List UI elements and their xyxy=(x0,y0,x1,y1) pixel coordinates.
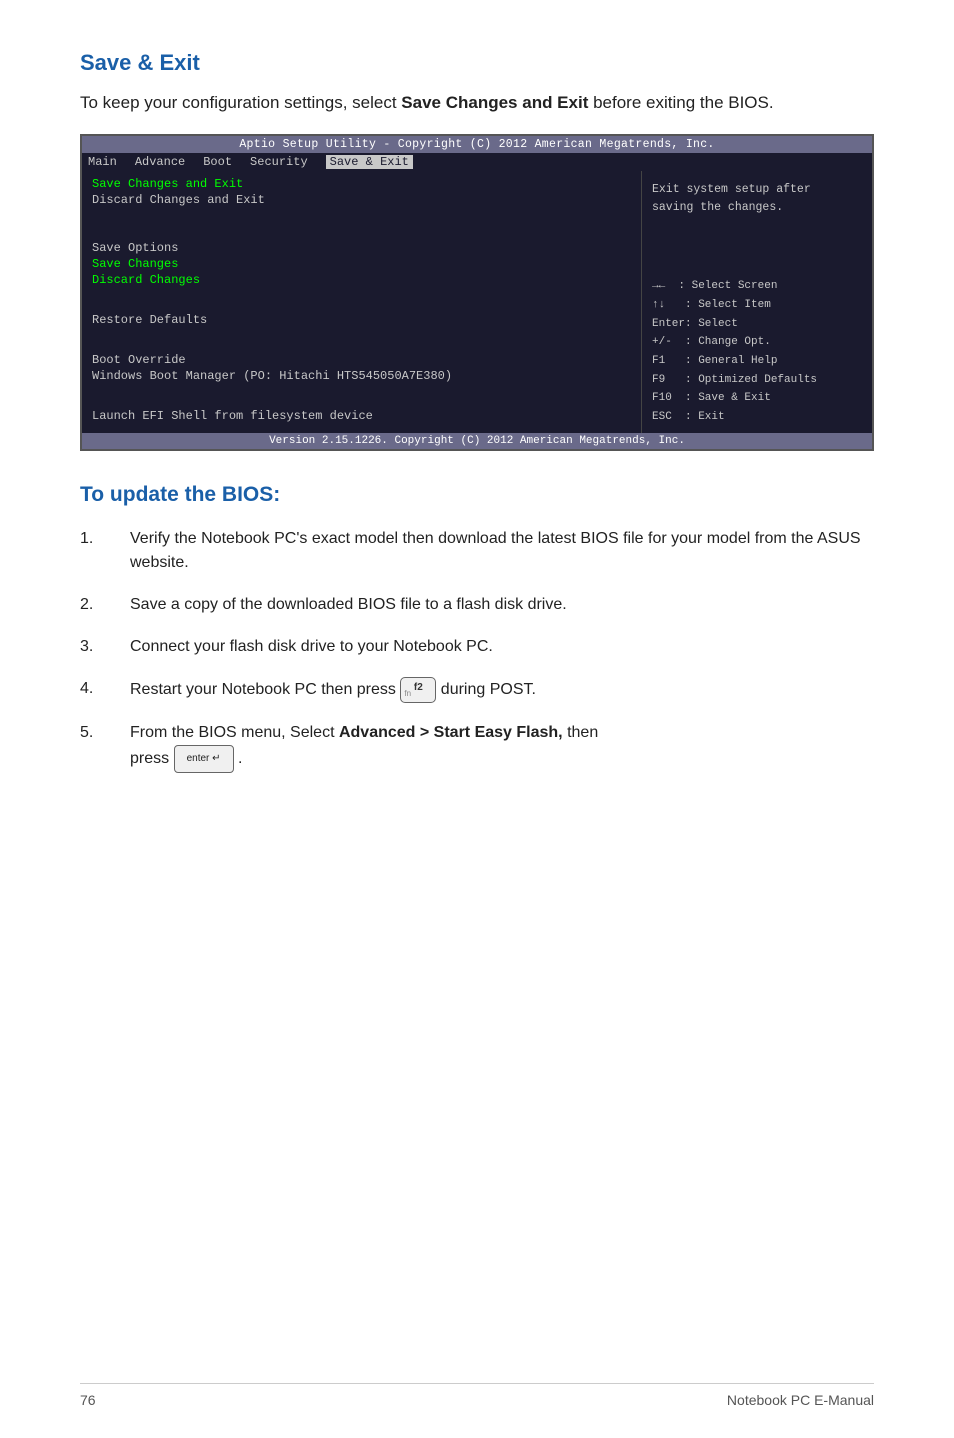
bios-item-restore-defaults: Restore Defaults xyxy=(92,313,631,327)
intro-text-before: To keep your configuration settings, sel… xyxy=(80,93,401,112)
bios-footer: Version 2.15.1226. Copyright (C) 2012 Am… xyxy=(82,433,872,449)
bios-menu-bar: Main Advance Boot Security Save & Exit xyxy=(82,153,872,171)
step-4-content: Restart your Notebook PC then press fn f… xyxy=(130,677,874,703)
menu-save-exit: Save & Exit xyxy=(326,155,413,169)
bios-spacer1 xyxy=(92,297,631,311)
bios-item-save-changes: Save Changes xyxy=(92,257,631,271)
bios-item-save-changes-exit: Save Changes and Exit xyxy=(92,177,631,191)
intro-bold: Save Changes and Exit xyxy=(401,93,588,112)
step-2: 2. Save a copy of the downloaded BIOS fi… xyxy=(80,593,874,617)
bios-item-windows-boot: Windows Boot Manager (PO: Hitachi HTS545… xyxy=(92,369,631,383)
f2-label: f2 xyxy=(414,680,423,695)
bios-keys: →← : Select Screen ↑↓ : Select Item Ente… xyxy=(652,277,862,427)
bios-right-panel: Exit system setup aftersaving the change… xyxy=(642,171,872,433)
step-3-number: 3. xyxy=(80,635,130,659)
update-title: To update the BIOS: xyxy=(80,483,874,507)
page-footer: 76 Notebook PC E-Manual xyxy=(80,1383,874,1408)
step-5: 5. From the BIOS menu, Select Advanced >… xyxy=(80,721,874,773)
step-2-number: 2. xyxy=(80,593,130,617)
bios-item-efi-shell: Launch EFI Shell from filesystem device xyxy=(92,409,631,423)
bios-content-area: Save Changes and Exit Discard Changes an… xyxy=(82,171,872,433)
step-5-number: 5. xyxy=(80,721,130,745)
bios-boot-override-label: Boot Override xyxy=(92,353,631,367)
bios-save-options-label xyxy=(92,217,631,231)
menu-main: Main xyxy=(88,155,117,169)
menu-advance: Advance xyxy=(135,155,185,169)
f2-key-icon: fn f2 xyxy=(400,677,436,703)
step-4: 4. Restart your Notebook PC then press f… xyxy=(80,677,874,703)
bios-item-discard-changes: Discard Changes xyxy=(92,273,631,287)
page-label: Notebook PC E-Manual xyxy=(727,1392,874,1408)
menu-boot: Boot xyxy=(203,155,232,169)
bios-help-text: Exit system setup aftersaving the change… xyxy=(652,181,862,218)
bios-title-bar: Aptio Setup Utility - Copyright (C) 2012… xyxy=(82,136,872,153)
bios-spacer2 xyxy=(92,337,631,351)
page-number: 76 xyxy=(80,1392,96,1408)
section-save-exit: Save & Exit To keep your configuration s… xyxy=(80,50,874,773)
steps-list: 1. Verify the Notebook PC's exact model … xyxy=(80,527,874,773)
bios-screenshot: Aptio Setup Utility - Copyright (C) 2012… xyxy=(80,134,874,451)
section-title: Save & Exit xyxy=(80,50,874,76)
bios-left-panel: Save Changes and Exit Discard Changes an… xyxy=(82,171,642,433)
bios-item-discard-exit: Discard Changes and Exit xyxy=(92,193,631,207)
step-5-bold: Advanced > Start Easy Flash, xyxy=(339,724,563,741)
step-5-content: From the BIOS menu, Select Advanced > St… xyxy=(130,721,874,773)
intro-paragraph: To keep your configuration settings, sel… xyxy=(80,90,874,116)
fn-label: fn xyxy=(404,688,411,700)
step-4-number: 4. xyxy=(80,677,130,701)
step-1-content: Verify the Notebook PC's exact model the… xyxy=(130,527,874,575)
step-1-number: 1. xyxy=(80,527,130,551)
enter-key-icon: enter ↵ xyxy=(174,745,234,773)
step-3: 3. Connect your flash disk drive to your… xyxy=(80,635,874,659)
bios-spacer3 xyxy=(92,393,631,407)
enter-label: enter ↵ xyxy=(187,751,221,766)
step-3-content: Connect your flash disk drive to your No… xyxy=(130,635,874,659)
step-1: 1. Verify the Notebook PC's exact model … xyxy=(80,527,874,575)
intro-text-after: before exiting the BIOS. xyxy=(588,93,773,112)
bios-save-options: Save Options xyxy=(92,241,631,255)
menu-security: Security xyxy=(250,155,308,169)
step-2-content: Save a copy of the downloaded BIOS file … xyxy=(130,593,874,617)
